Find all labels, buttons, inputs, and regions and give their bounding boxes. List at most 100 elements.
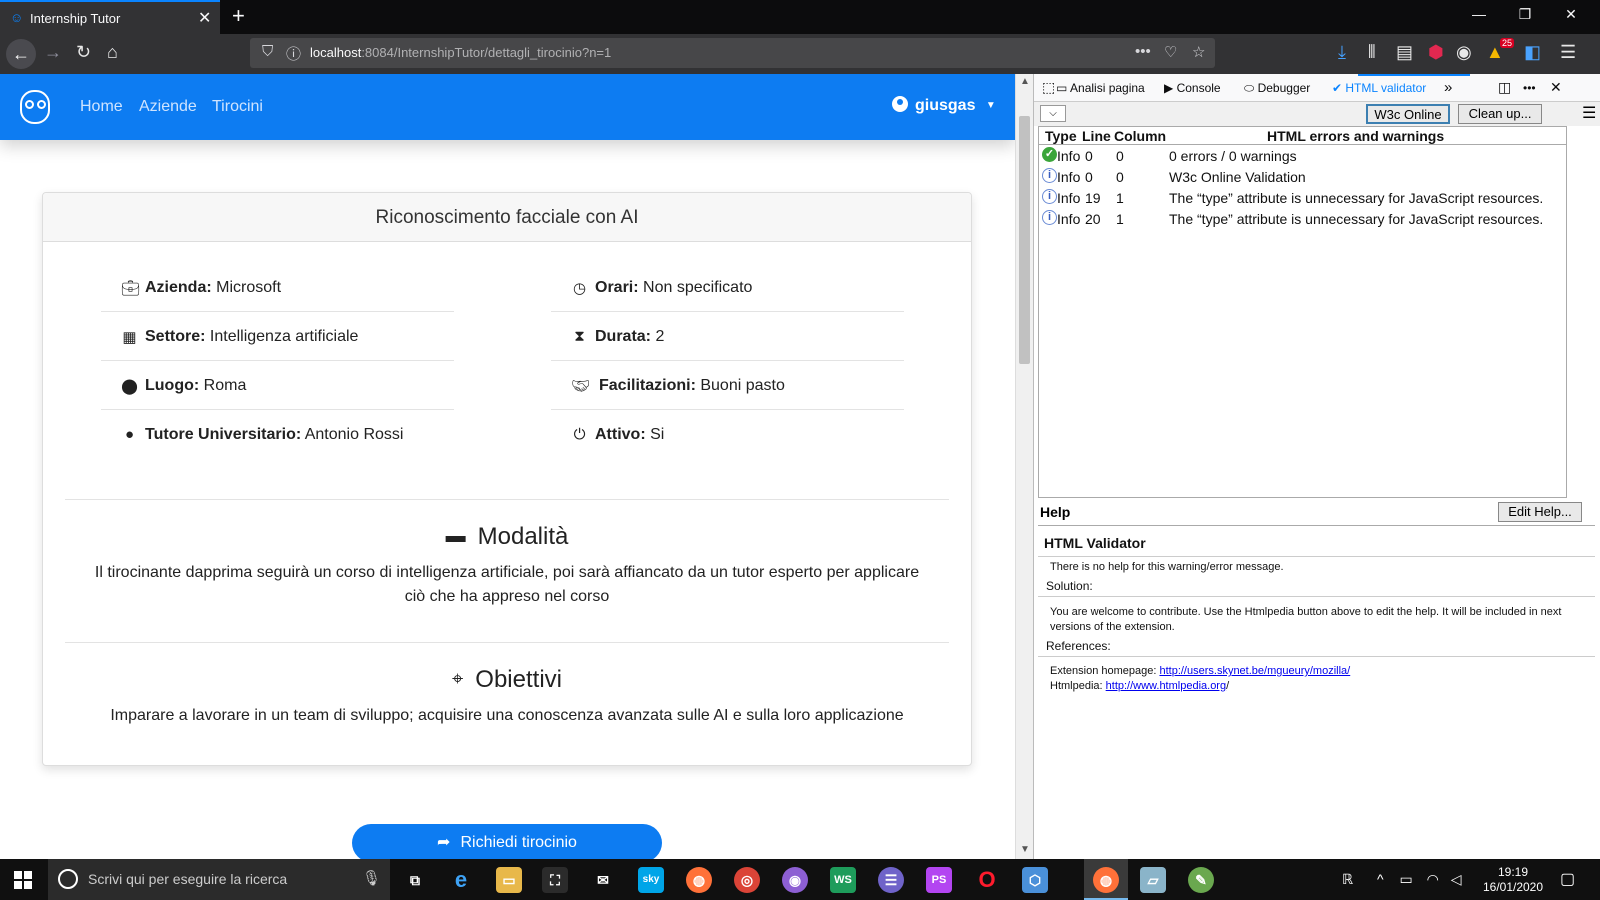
info-icon[interactable]: ⓘ (286, 43, 301, 64)
owl-logo-icon[interactable] (20, 90, 50, 124)
downloads-icon[interactable]: ⤓ (1338, 42, 1346, 63)
table-row[interactable]: ✓ Info 0 0 0 errors / 0 warnings (1039, 146, 1566, 167)
nav-home-link[interactable]: Home (80, 98, 123, 116)
close-tab-icon[interactable]: ✕ (198, 8, 211, 28)
extensions-icon[interactable]: ◧ (1524, 42, 1541, 63)
notification-icon[interactable]: ▢ (1560, 869, 1575, 889)
table-row[interactable]: i Info 0 0 W3c Online Validation (1039, 167, 1566, 188)
new-tab-icon[interactable]: + (232, 3, 245, 29)
volume-icon[interactable]: ◁ (1451, 871, 1462, 887)
bookmark-star-icon[interactable]: ☆ (1192, 43, 1205, 61)
validator-dropdown[interactable]: ⌵ (1040, 105, 1066, 122)
user-circle-icon (892, 96, 908, 112)
reload-icon[interactable]: ↻ (76, 42, 91, 63)
paint-icon[interactable]: ✎ (1188, 867, 1214, 893)
header-line[interactable]: Line (1082, 128, 1111, 144)
scrollbar-thumb[interactable] (1019, 116, 1030, 364)
caret-down-icon: ▼ (985, 100, 996, 111)
chrome-icon[interactable]: ◎ (734, 867, 760, 893)
restore-icon[interactable]: ❐ (1502, 6, 1548, 23)
account-icon[interactable]: ◉ (1456, 42, 1472, 63)
pocket-icon[interactable]: ♡ (1164, 43, 1177, 61)
forward-icon[interactable]: → (44, 42, 62, 63)
purple-app-icon[interactable]: ◉ (782, 867, 808, 893)
url-bar[interactable]: ⛉ ⓘ localhost:8084/InternshipTutor/detta… (250, 38, 1215, 68)
header-message[interactable]: HTML errors and warnings (1267, 128, 1444, 144)
user-menu[interactable]: giusgas ▼ (892, 96, 996, 115)
header-column[interactable]: Column (1114, 128, 1166, 144)
tab-debugger[interactable]: ⬭ Debugger (1244, 81, 1310, 96)
battery-icon[interactable]: ▭ (1399, 871, 1412, 887)
sky-go-icon[interactable]: sky (638, 867, 664, 893)
microphone-icon[interactable]: 🎙︎ (362, 869, 381, 887)
phpstorm-icon[interactable]: PS (926, 867, 952, 893)
opera-icon[interactable]: O (974, 867, 1000, 893)
cortana-icon[interactable] (58, 869, 78, 889)
system-tray[interactable]: ℝ ^ ▭ ◠ ◁ (1342, 871, 1461, 888)
more-tabs-icon[interactable]: » (1444, 79, 1452, 96)
library-icon[interactable]: ⫴ (1368, 42, 1376, 63)
w3c-online-button[interactable]: W3c Online (1366, 104, 1450, 124)
taskbar-clock[interactable]: 19:19 16/01/2020 (1478, 865, 1548, 895)
tray-expand-icon[interactable]: ^ (1377, 871, 1384, 887)
wifi-icon[interactable]: ◠ (1427, 871, 1439, 887)
edge-icon[interactable]: e (448, 867, 474, 893)
file-explorer-icon[interactable]: ▭ (496, 867, 522, 893)
header-type[interactable]: Type (1045, 128, 1077, 144)
close-devtools-icon[interactable]: ✕ (1550, 79, 1562, 96)
close-window-icon[interactable]: ✕ (1548, 6, 1594, 23)
mail-icon[interactable]: ✉ (590, 867, 616, 893)
table-row[interactable]: i Info 19 1 The “type” attribute is unne… (1039, 188, 1566, 209)
extension-homepage-link[interactable]: http://users.skynet.be/mgueury/mozilla/ (1159, 665, 1350, 677)
credit-card-icon: ▬ (445, 525, 466, 547)
back-icon[interactable]: ← (6, 39, 36, 69)
dock-icon[interactable]: ◫ (1498, 79, 1511, 96)
clock-icon: ◷ (572, 280, 587, 297)
scroll-up-icon[interactable]: ▲ (1020, 76, 1030, 87)
task-view-icon[interactable]: ⧉ (402, 867, 428, 893)
notepad-icon[interactable]: ▱ (1140, 867, 1166, 893)
info-icon: i (1042, 168, 1057, 183)
page-actions-icon[interactable]: ••• (1135, 43, 1151, 60)
shield-icon[interactable]: ⛉ (262, 43, 273, 60)
people-icon[interactable]: ℝ (1342, 871, 1353, 887)
firefox-active-icon[interactable]: ◍ (1093, 867, 1119, 893)
edit-help-button[interactable]: Edit Help... (1498, 502, 1582, 522)
webstorm-icon[interactable]: WS (830, 867, 856, 893)
element-picker-icon[interactable]: ⬚ (1042, 79, 1055, 96)
store-icon[interactable]: ⛶ (542, 867, 568, 893)
windows-start-icon[interactable] (14, 871, 32, 889)
browser-tab-title: Internship Tutor (30, 11, 121, 26)
browser-tab[interactable]: ☺ Internship Tutor ✕ (0, 0, 220, 34)
menu-icon[interactable]: ☰ (1560, 42, 1576, 63)
page-scrollbar[interactable]: ▲ ▼ (1015, 74, 1033, 859)
devtools-options-icon[interactable]: ••• (1523, 81, 1536, 95)
home-icon[interactable]: ⌂ (107, 42, 118, 63)
ublock-icon[interactable]: ⬢ (1428, 42, 1444, 63)
minimize-icon[interactable]: — (1456, 6, 1502, 22)
virtualbox-icon[interactable]: ⬡ (1022, 867, 1048, 893)
solution-text-line1: You are welcome to contribute. Use the H… (1050, 606, 1562, 618)
nav-tirocini-link[interactable]: Tirocini (212, 98, 263, 116)
help-label: Help (1040, 504, 1071, 520)
firefox-icon[interactable]: ◍ (686, 867, 712, 893)
tab-console[interactable]: ▶ Console (1164, 81, 1221, 95)
nav-aziende-link[interactable]: Aziende (139, 98, 197, 116)
url-text[interactable]: localhost:8084/InternshipTutor/dettagli_… (310, 45, 611, 60)
eclipse-icon[interactable]: ☰ (878, 867, 904, 893)
table-row[interactable]: i Info 20 1 The “type” attribute is unne… (1039, 209, 1566, 230)
tab-html-validator[interactable]: ✔ HTML validator (1332, 81, 1426, 95)
clean-up-button[interactable]: Clean up... (1458, 104, 1542, 124)
validator-menu-icon[interactable]: ☰ (1582, 103, 1596, 123)
user-icon: ● (124, 426, 135, 443)
scroll-down-icon[interactable]: ▼ (1020, 844, 1030, 855)
htmlpedia-link[interactable]: http://www.htmlpedia.org (1106, 680, 1226, 692)
debugger-icon: ⬭ (1244, 81, 1258, 95)
sidebar-icon[interactable]: ▤ (1396, 42, 1413, 63)
request-internship-button[interactable]: ➦ Richiedi tirocinio (352, 824, 662, 859)
building-icon: ▦ (122, 329, 137, 346)
tab-analisi-pagina[interactable]: ▭ Analisi pagina (1056, 81, 1145, 95)
help-bar: Help Edit Help... (1038, 498, 1595, 526)
taskbar-search-box[interactable]: Scrivi qui per eseguire la ricerca 🎙︎ (48, 859, 390, 900)
hourglass-icon: ⧗ (574, 328, 585, 345)
